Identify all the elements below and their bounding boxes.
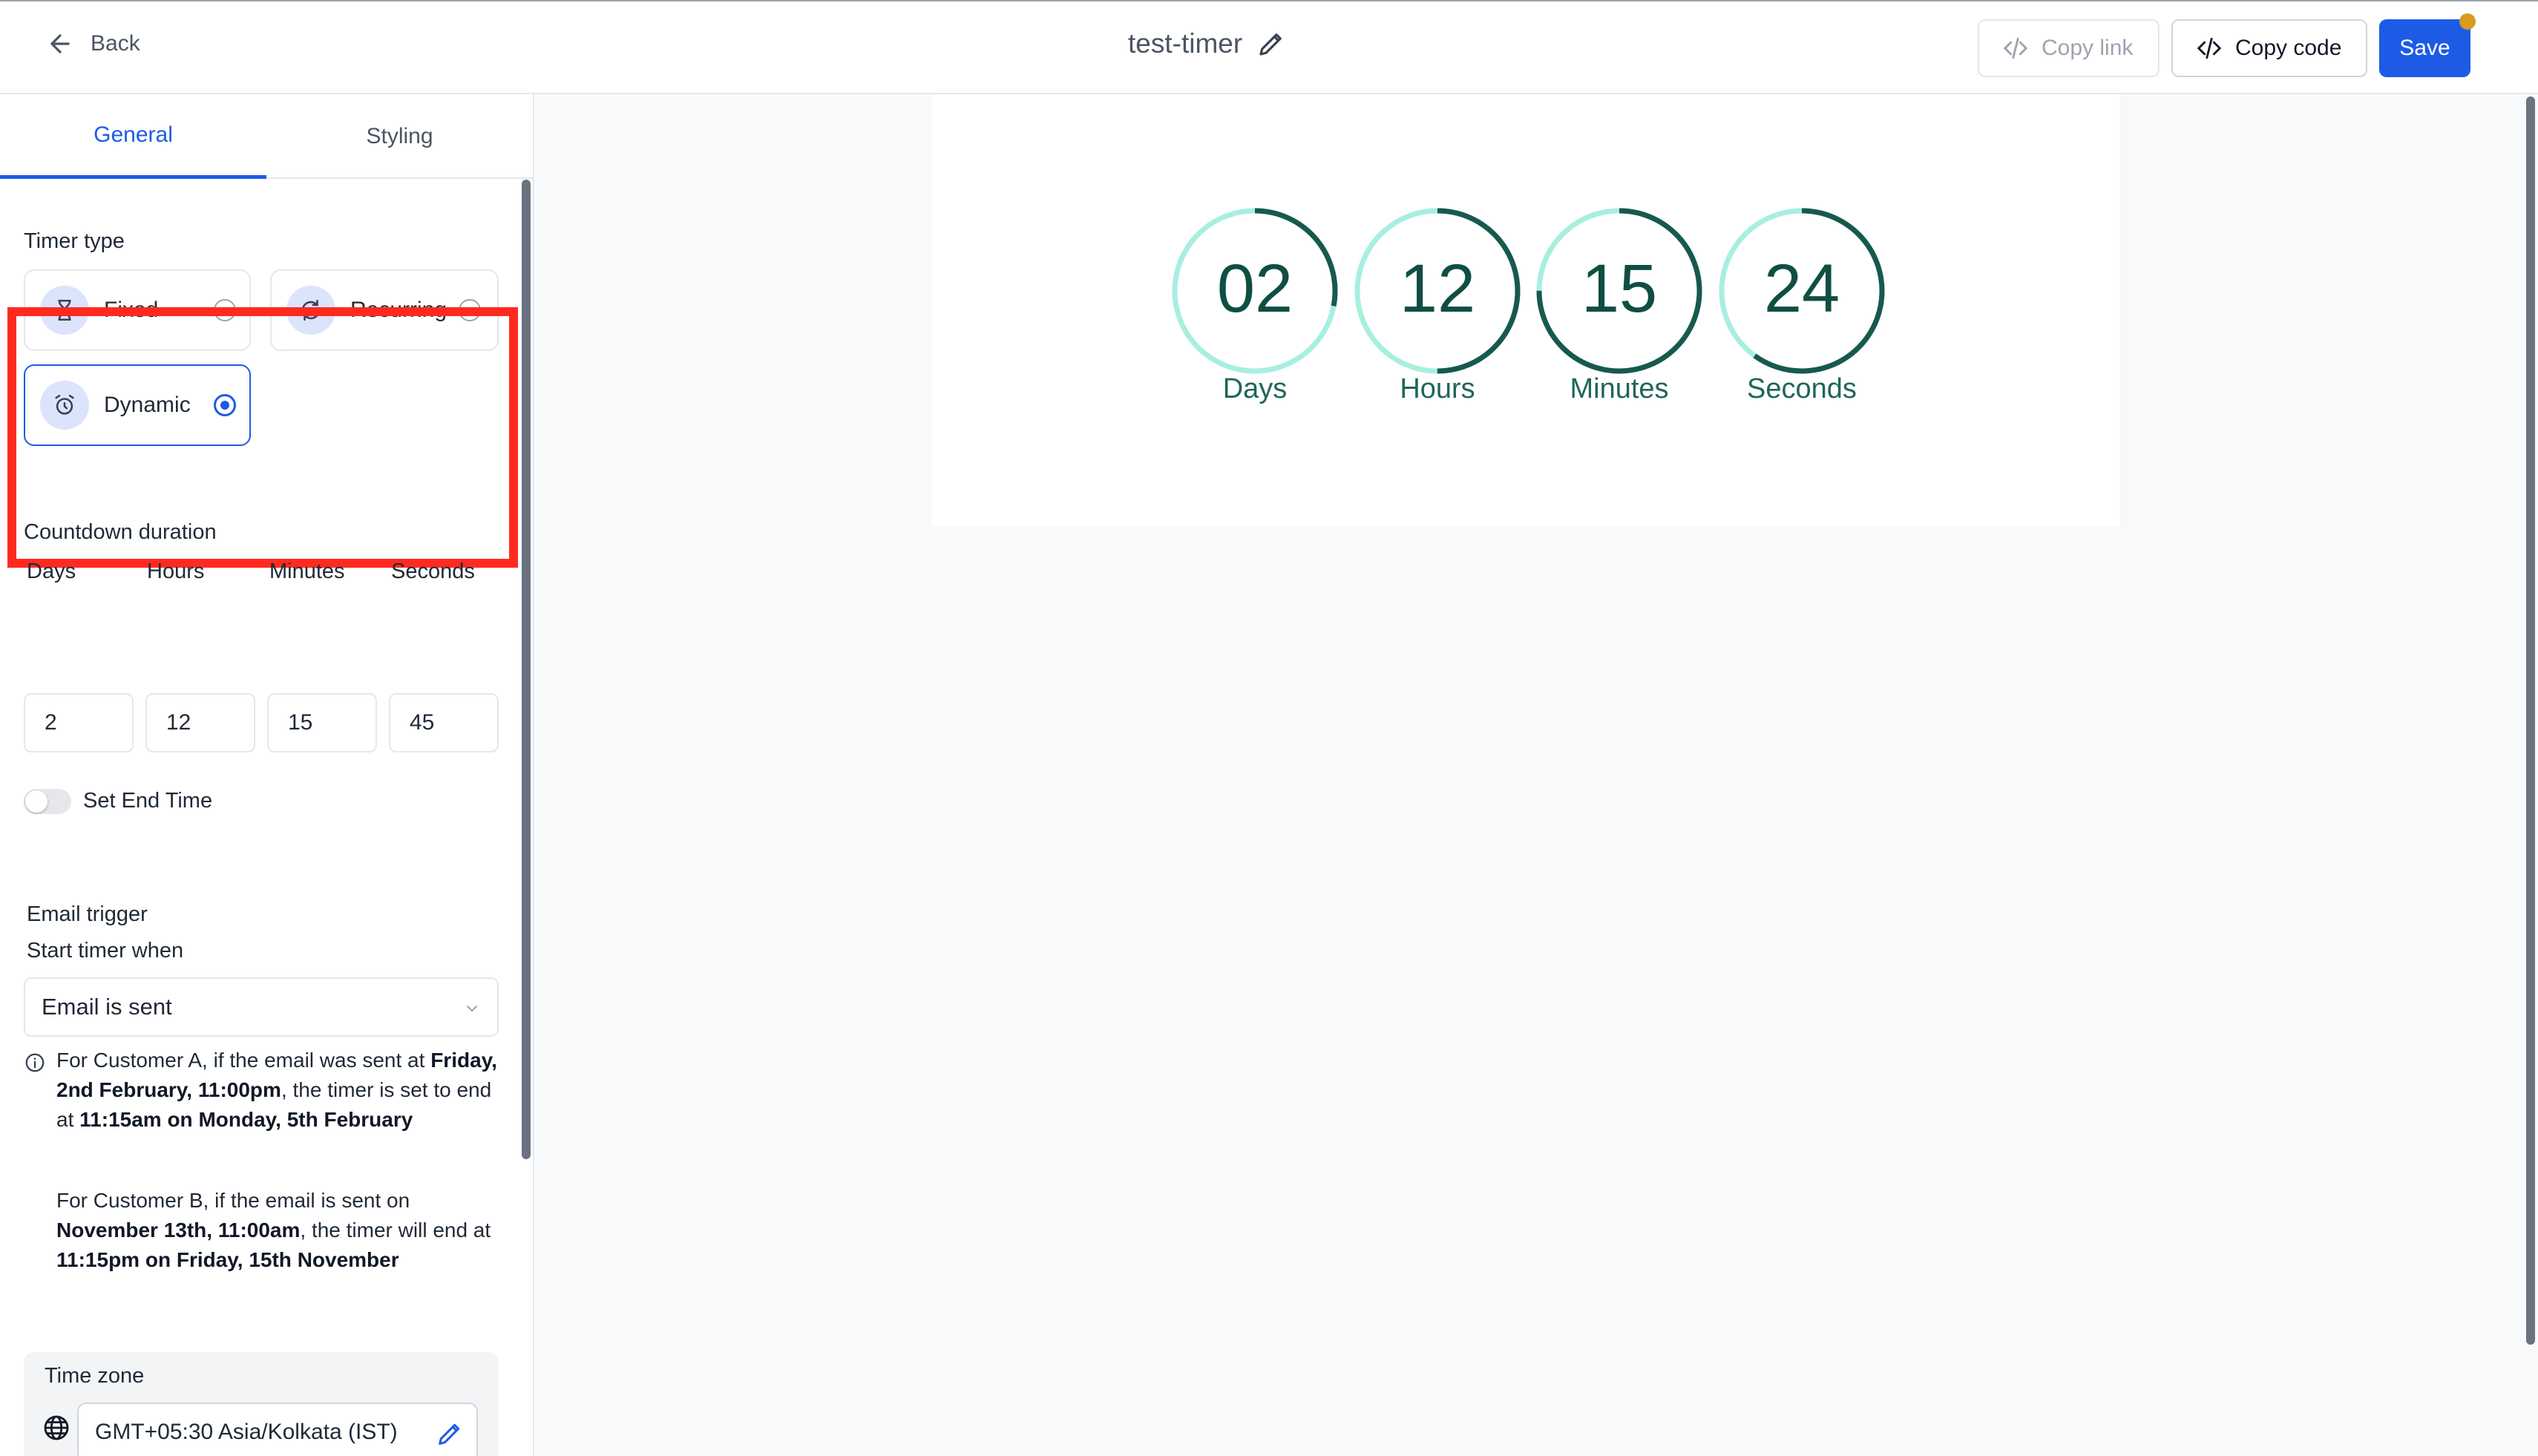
unsaved-indicator-dot xyxy=(2459,13,2476,30)
minutes-input[interactable]: 15 xyxy=(267,693,377,752)
minutes-field-label: Minutes xyxy=(269,560,345,583)
code-icon xyxy=(2003,37,2028,59)
countdown-unit-minutes: 15 Minutes xyxy=(1535,207,1703,405)
sidebar-scrollbar[interactable] xyxy=(522,180,531,1159)
countdown-seconds-value: 24 xyxy=(1763,251,1840,327)
start-timer-select[interactable]: Email is sent xyxy=(24,977,499,1037)
days-field-label: Days xyxy=(27,560,76,583)
countdown-unit-seconds: 24 Seconds xyxy=(1718,207,1886,405)
tab-styling[interactable]: Styling xyxy=(266,94,533,179)
seconds-input[interactable]: 45 xyxy=(389,693,499,752)
countdown-minutes-label: Minutes xyxy=(1570,373,1669,404)
timer-name: test-timer xyxy=(1128,28,1243,59)
days-input[interactable]: 2 xyxy=(24,693,134,752)
copy-code-button[interactable]: Copy code xyxy=(2171,19,2367,77)
time-zone-label: Time zone xyxy=(45,1364,145,1388)
top-bar: Back test-timer Copy link Copy code Save xyxy=(0,0,2538,94)
tab-general[interactable]: General xyxy=(0,94,266,179)
countdown-duration-label: Countdown duration xyxy=(24,520,217,544)
copy-link-button[interactable]: Copy link xyxy=(1978,19,2160,77)
start-timer-selected: Email is sent xyxy=(42,994,172,1020)
globe-icon xyxy=(44,1415,69,1440)
timer-preview: 02 Days 12 Hours 15 Minutes 24 Seconds xyxy=(932,94,2119,526)
hours-input[interactable]: 12 xyxy=(145,693,255,752)
email-trigger-label: Email trigger xyxy=(27,902,148,926)
arrow-left-icon xyxy=(50,34,70,53)
pencil-icon[interactable] xyxy=(435,1419,465,1449)
copy-code-label: Copy code xyxy=(2235,36,2342,60)
time-zone-field[interactable]: GMT+05:30 Asia/Kolkata (IST) xyxy=(77,1403,478,1456)
save-label: Save xyxy=(2399,36,2450,60)
copy-link-label: Copy link xyxy=(2042,36,2134,60)
countdown-hours-label: Hours xyxy=(1400,373,1475,404)
countdown-minutes-value: 15 xyxy=(1581,251,1658,327)
code-icon xyxy=(2197,37,2222,59)
info-icon xyxy=(25,1053,45,1072)
chevron-down-icon xyxy=(467,1006,477,1012)
settings-sidebar: General Styling Timer type Fixed Recurri… xyxy=(0,94,534,1456)
tab-bar: General Styling xyxy=(0,94,533,179)
pencil-icon[interactable] xyxy=(1256,28,1287,59)
back-label: Back xyxy=(91,31,140,56)
start-timer-when-label: Start timer when xyxy=(27,939,184,963)
countdown-hours-value: 12 xyxy=(1399,251,1476,327)
countdown-days-label: Days xyxy=(1222,373,1288,404)
countdown-days-value: 02 xyxy=(1216,251,1293,327)
save-button[interactable]: Save xyxy=(2379,19,2470,77)
customer-a-example: For Customer A, if the email was sent at… xyxy=(56,1049,497,1131)
app-root: Back test-timer Copy link Copy code Save… xyxy=(0,0,2538,1456)
hours-field-label: Hours xyxy=(147,560,205,583)
back-button[interactable]: Back xyxy=(46,30,140,58)
time-zone-panel: Time zone GMT+05:30 Asia/Kolkata (IST) xyxy=(24,1352,499,1456)
preview-scrollbar[interactable] xyxy=(2526,96,2535,1345)
timer-type-label: Timer type xyxy=(24,229,125,253)
countdown-unit-hours: 12 Hours xyxy=(1354,207,1521,405)
seconds-field-label: Seconds xyxy=(391,560,475,583)
set-end-time-toggle[interactable] xyxy=(24,789,71,814)
set-end-time-label: Set End Time xyxy=(83,789,213,813)
countdown-seconds-label: Seconds xyxy=(1747,373,1857,404)
countdown-unit-days: 02 Days xyxy=(1171,207,1339,405)
page-title: test-timer xyxy=(1128,28,1287,59)
time-zone-value: GMT+05:30 Asia/Kolkata (IST) xyxy=(95,1420,398,1444)
customer-b-example: For Customer B, if the email is sent on … xyxy=(56,1189,491,1271)
